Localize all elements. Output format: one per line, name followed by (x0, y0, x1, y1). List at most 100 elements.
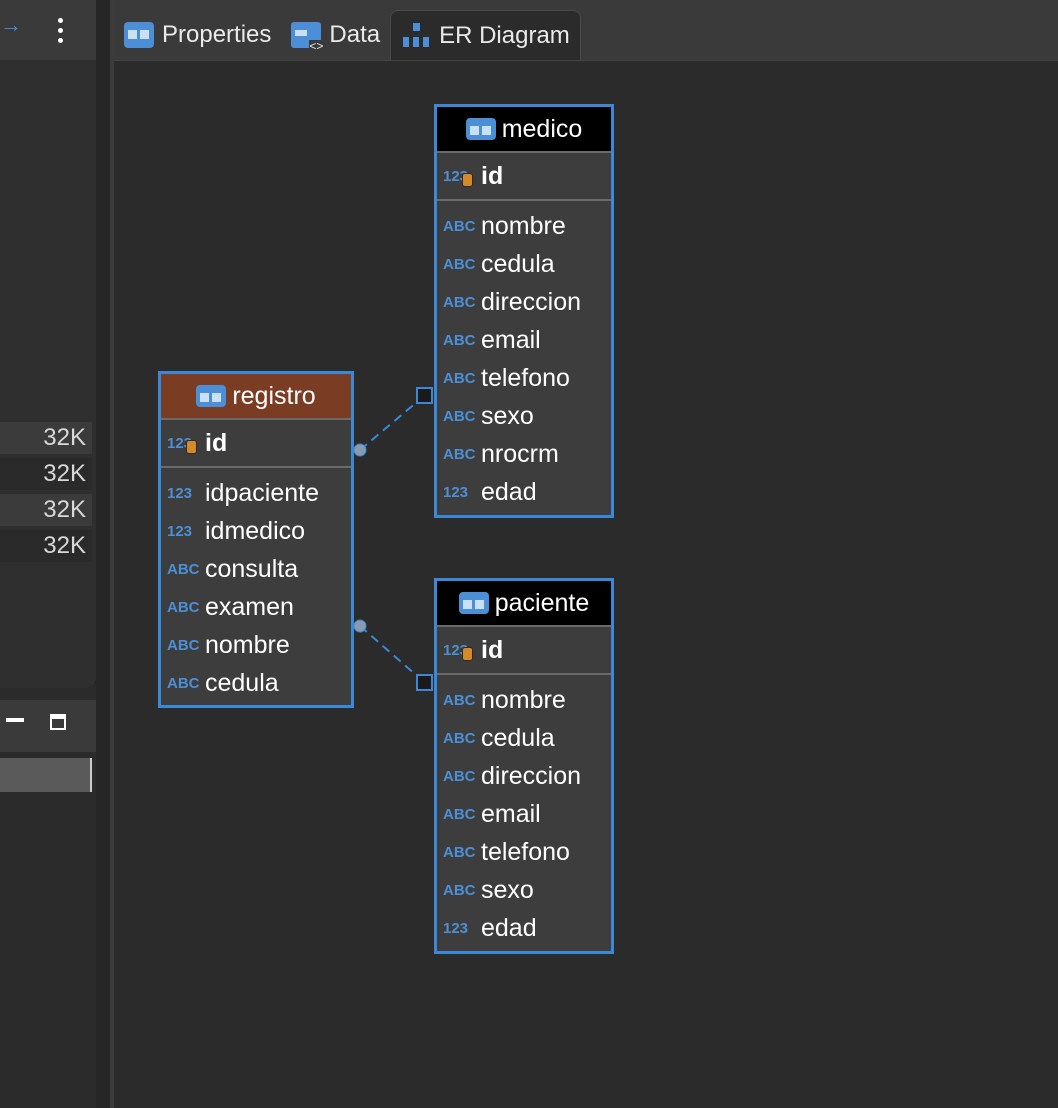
entity-header[interactable]: registro (161, 374, 351, 420)
text-type-icon: ABC (167, 560, 200, 578)
column-row[interactable]: ABC cedula (437, 719, 611, 757)
column-name: id (481, 635, 504, 664)
column-name: nrocrm (481, 439, 559, 468)
size-cell[interactable]: 32K (0, 494, 92, 526)
column-row[interactable]: ABC examen (161, 588, 351, 626)
entity-header[interactable]: paciente (437, 581, 611, 627)
column-row[interactable]: 123 idpaciente (161, 474, 351, 512)
size-cell[interactable]: 32K (0, 422, 92, 454)
column-row[interactable]: 123 idmedico (161, 512, 351, 550)
column-row[interactable]: 123 edad (437, 473, 611, 511)
link-arrow-icon[interactable]: → (0, 12, 22, 38)
text-type-icon: ABC (167, 674, 200, 692)
text-type-icon: ABC (443, 407, 476, 425)
column-name: direccion (481, 761, 582, 790)
column-row[interactable]: ABC sexo (437, 397, 611, 435)
primary-key-icon: 123 (167, 435, 201, 453)
column-row[interactable]: ABC email (437, 321, 611, 359)
entity-name: paciente (494, 588, 590, 617)
text-type-icon: ABC (167, 598, 200, 616)
tab-er-diagram[interactable]: ER Diagram (390, 10, 581, 60)
column-row[interactable]: ABC cedula (161, 664, 351, 702)
column-name: sexo (481, 401, 534, 430)
text-type-icon: ABC (167, 636, 200, 654)
er-diagram-icon (401, 22, 431, 49)
tab-data[interactable]: Data (281, 10, 390, 60)
column-name: nombre (205, 630, 290, 659)
column-row[interactable]: ABC email (437, 795, 611, 833)
text-type-icon: ABC (443, 729, 476, 747)
primary-key-row[interactable]: 123 id (437, 627, 611, 675)
column-name: examen (205, 592, 294, 621)
column-row[interactable]: ABC nombre (437, 681, 611, 719)
data-grid-icon (291, 22, 324, 52)
column-name: sexo (481, 875, 534, 904)
entity-medico[interactable]: medico 123 id ABC nombre ABC cedula ABC direc… (434, 104, 614, 518)
text-type-icon: ABC (443, 691, 476, 709)
column-row[interactable]: ABC direccion (437, 757, 611, 795)
text-type-icon: ABC (443, 881, 476, 899)
size-cell[interactable]: 32K (0, 458, 92, 490)
column-row[interactable]: ABC direccion (437, 283, 611, 321)
panel-splitter[interactable] (96, 0, 110, 1108)
primary-key-row[interactable]: 123 id (161, 420, 351, 468)
text-type-icon: ABC (443, 767, 476, 785)
column-name: cedula (205, 668, 279, 697)
text-type-icon: ABC (443, 217, 476, 235)
column-row[interactable]: ABC sexo (437, 871, 611, 909)
column-name: id (205, 428, 228, 457)
primary-key-row[interactable]: 123 id (437, 153, 611, 201)
number-type-icon: 123 (167, 522, 193, 540)
maximize-icon[interactable] (50, 714, 66, 730)
primary-key-icon: 123 (443, 642, 477, 660)
column-row[interactable]: ABC nombre (161, 626, 351, 664)
column-row[interactable]: ABC telefono (437, 359, 611, 397)
text-type-icon: ABC (443, 255, 476, 273)
text-type-icon: ABC (443, 843, 476, 861)
minimize-icon[interactable] (6, 718, 24, 722)
entity-paciente[interactable]: paciente 123 id ABC nombre ABC cedula ABC dir… (434, 578, 614, 954)
column-name: cedula (481, 249, 555, 278)
column-row[interactable]: ABC consulta (161, 550, 351, 588)
text-type-icon: ABC (443, 293, 476, 311)
column-name: idmedico (205, 516, 306, 545)
column-name: nombre (481, 685, 566, 714)
column-name: direccion (481, 287, 582, 316)
table-icon (124, 22, 154, 48)
tab-label: Data (329, 21, 381, 48)
text-type-icon: ABC (443, 331, 476, 349)
number-type-icon: 123 (443, 483, 469, 501)
number-type-icon: 123 (443, 919, 469, 937)
column-name: email (481, 799, 541, 828)
table-icon (196, 385, 227, 407)
column-name: cedula (481, 723, 555, 752)
column-row[interactable]: 123 edad (437, 909, 611, 947)
entity-name: registro (232, 381, 316, 410)
text-type-icon: ABC (443, 805, 476, 823)
column-name: consulta (205, 554, 299, 583)
column-row[interactable]: ABC nombre (437, 207, 611, 245)
column-row[interactable]: ABC nrocrm (437, 435, 611, 473)
column-name: email (481, 325, 541, 354)
editor-tab-bar: Properties Data ER Diagram (114, 0, 1058, 61)
column-row[interactable]: ABC cedula (437, 245, 611, 283)
more-options-icon[interactable] (48, 10, 72, 50)
column-list: ABC nombre ABC cedula ABC direccion ABC email AB… (437, 675, 611, 947)
column-name: edad (481, 913, 537, 942)
entity-registro[interactable]: registro 123 id 123 idpaciente 123 idmedico… (158, 371, 354, 708)
filter-input[interactable] (0, 758, 92, 792)
column-row[interactable]: ABC telefono (437, 833, 611, 871)
size-cell[interactable]: 32K (0, 530, 92, 562)
column-name: edad (481, 477, 537, 506)
entity-header[interactable]: medico (437, 107, 611, 153)
column-name: id (481, 161, 504, 190)
navigator-panel: → 32K 32K 32K 32K (0, 0, 97, 688)
column-name: telefono (481, 363, 570, 392)
text-type-icon: ABC (443, 369, 476, 387)
column-list: 123 idpaciente 123 idmedico ABC consulta ABC ex… (161, 468, 351, 702)
tab-properties[interactable]: Properties (114, 10, 281, 60)
entity-name: medico (501, 114, 583, 143)
primary-key-icon: 123 (443, 168, 477, 186)
navigator-toolbar: → (0, 0, 96, 60)
table-icon (465, 118, 496, 140)
